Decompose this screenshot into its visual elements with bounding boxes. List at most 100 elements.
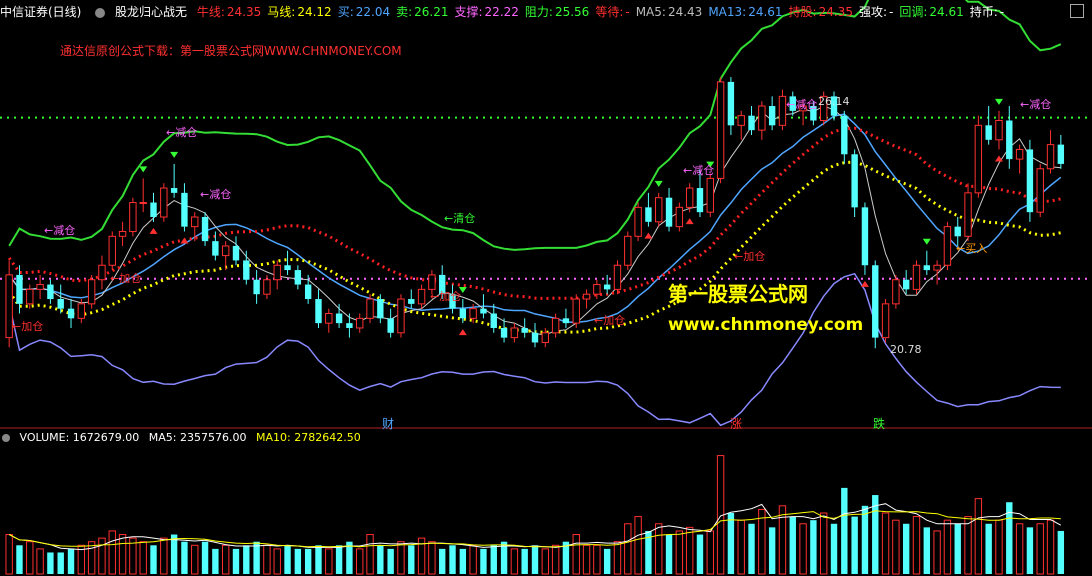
volume-bar [706, 530, 714, 575]
indicator-label: 回调: [899, 5, 928, 19]
volume-bar [995, 519, 1003, 575]
chart-stage[interactable] [0, 0, 1092, 576]
candle-body [346, 323, 353, 328]
candle-body [881, 303, 890, 339]
volume-bar [439, 548, 446, 574]
candle-body [696, 188, 704, 213]
volume-settings-icon[interactable] [2, 434, 10, 442]
candle-body [665, 197, 673, 227]
volume-bar [377, 545, 384, 574]
settings-dot-icon[interactable] [95, 7, 106, 18]
volume-bar [397, 541, 405, 575]
candle-body [613, 264, 622, 290]
volume-bar [232, 548, 240, 574]
volume-bar [655, 523, 663, 575]
stock-title[interactable]: 中信证券(日线) [0, 5, 81, 19]
volume-bar [408, 545, 415, 574]
candle-body [304, 284, 312, 300]
candle-body [284, 265, 291, 271]
buy-arrow-icon [458, 329, 467, 336]
candle-body [778, 95, 787, 126]
candle-body [417, 288, 426, 305]
indicator-value: 25.56 [554, 5, 590, 19]
volume-bar [758, 508, 766, 575]
volume-bar [954, 523, 961, 574]
candle-body [170, 188, 178, 193]
candle-body [582, 293, 591, 300]
volume-bar [613, 541, 622, 575]
candle-body [861, 207, 869, 266]
volume-bar [1015, 523, 1024, 575]
volume-bar [108, 530, 116, 575]
volume-bar [810, 520, 817, 574]
ma10-value: 2782642.50 [294, 431, 361, 444]
kline-chart[interactable] [0, 0, 1092, 576]
candle-body [603, 284, 611, 290]
event-marker[interactable]: 财 [382, 415, 394, 432]
volume-bar [170, 534, 178, 574]
indicator-value: 22.04 [355, 5, 391, 19]
volume-bar [469, 544, 477, 575]
buy-arrow-icon [685, 218, 694, 225]
candle-body [500, 327, 508, 338]
candle-body [77, 303, 86, 319]
candle-body [366, 298, 374, 319]
formula-name[interactable]: 股龙归心战无 [115, 5, 187, 19]
volume-bar [98, 537, 106, 575]
volume-bar [541, 548, 550, 575]
candle-body [26, 288, 34, 305]
volume-bar [830, 523, 838, 574]
buy-arrow-icon [180, 237, 189, 244]
volume-bar [304, 548, 312, 574]
volume-bar [191, 544, 199, 575]
volume-bar [582, 544, 591, 575]
candle-body [912, 264, 921, 290]
candle-body [480, 308, 487, 314]
signal-annotation: ←加仓 [734, 250, 766, 263]
volume-bar [5, 534, 13, 575]
volume-bar [273, 548, 281, 575]
candle-body [469, 308, 477, 319]
candle-body [1006, 120, 1013, 160]
event-marker[interactable]: 涨 [730, 415, 742, 432]
signal-annotation: ←加仓 [594, 314, 626, 327]
volume-bar [789, 516, 796, 574]
signal-annotation: ←减仓 [200, 188, 232, 201]
indicator-value: 24.12 [297, 5, 332, 19]
watermark-name: 第一股票公式网 [668, 282, 808, 306]
volume-bar [861, 505, 869, 574]
volume-bar [118, 534, 127, 575]
volume-bar [284, 545, 291, 574]
candle-body [397, 298, 405, 334]
event-marker[interactable]: 跌 [873, 415, 885, 432]
candle-body [1046, 144, 1055, 170]
volume-bar [366, 534, 374, 575]
candle-body [985, 125, 992, 140]
volume-bar [325, 548, 333, 575]
volume-bar [87, 541, 96, 575]
signal-annotation: ←加仓 [110, 272, 142, 285]
volume-bar [820, 512, 828, 575]
volume-bar [923, 527, 931, 574]
volume-bar [160, 537, 168, 575]
volume-bar [1046, 519, 1055, 575]
candle-body [902, 279, 910, 290]
candle-body [964, 192, 972, 237]
indicator-label: MA13: [708, 5, 747, 19]
panel-toggle-icon[interactable] [1070, 4, 1084, 18]
volume-bar [1036, 523, 1044, 575]
candle-body [872, 265, 879, 338]
indicator-value: - [625, 5, 630, 19]
candle-body [16, 274, 23, 304]
volume-bar [593, 544, 601, 575]
download-note: 通达信原创公式下载：第一股票公式网WWW.CHNMONEY.COM [60, 44, 402, 58]
volume-bar [459, 548, 467, 574]
candle-body [325, 313, 333, 324]
volume-bar [67, 548, 75, 574]
volume-bar [685, 526, 694, 575]
volume-bar [892, 519, 900, 575]
candle-body [273, 264, 281, 281]
candle-body [923, 265, 931, 271]
candle-body [892, 279, 900, 305]
signal-annotation: 20.78 [890, 343, 922, 356]
